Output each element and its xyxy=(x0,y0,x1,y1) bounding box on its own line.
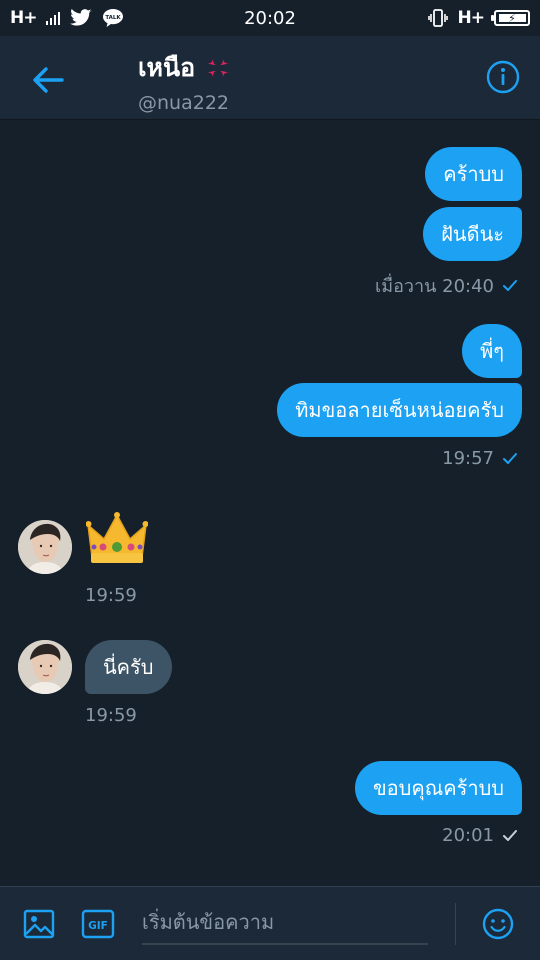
avatar-portrait-icon xyxy=(18,640,72,694)
timestamp-text: 19:59 xyxy=(85,705,137,726)
message-timestamp: 19:59 xyxy=(85,705,137,726)
emoji-picker-icon[interactable] xyxy=(481,907,515,941)
sent-check-icon xyxy=(503,452,517,464)
message-bubble-outgoing[interactable]: พี่ๆ xyxy=(462,324,522,378)
message-text: ฝันดีนะ xyxy=(441,222,504,246)
svg-text:TALK: TALK xyxy=(106,15,122,21)
message-bubble-incoming[interactable]: นี่ครับ xyxy=(85,640,172,694)
gif-icon[interactable]: GIF xyxy=(81,907,115,941)
message-timestamp: เมื่อวาน 20:40 xyxy=(375,271,518,300)
sent-check-icon xyxy=(503,829,517,841)
info-icon[interactable] xyxy=(486,60,520,94)
avatar-portrait-icon xyxy=(18,520,72,574)
message-bubble-outgoing[interactable]: ฝันดีนะ xyxy=(423,207,522,261)
message-text: คร้าบบ xyxy=(443,162,504,186)
conversation-header: เหนือ @nua222 xyxy=(0,36,540,120)
compose-divider xyxy=(455,903,456,945)
status-bar-right: H+ ⚡ xyxy=(427,8,530,28)
svg-text:GIF: GIF xyxy=(88,920,108,932)
contact-handle: @nua222 xyxy=(138,92,229,114)
timestamp-text: 19:59 xyxy=(85,585,137,606)
talk-chat-icon: TALK xyxy=(103,9,124,27)
message-text: ทิมขอลายเซ็นหน่อยครับ xyxy=(295,398,504,422)
crown-icon[interactable] xyxy=(86,511,148,569)
compose-bar: GIF xyxy=(0,886,540,960)
sent-check-icon xyxy=(503,279,517,291)
timestamp-text: เมื่อวาน 20:40 xyxy=(375,276,494,297)
signal-strength-icon xyxy=(46,11,61,25)
message-bubble-outgoing[interactable]: ทิมขอลายเซ็นหน่อยครับ xyxy=(277,383,522,437)
network-type-label: H+ xyxy=(10,8,38,28)
contact-avatar[interactable] xyxy=(18,520,72,574)
contact-name: เหนือ xyxy=(138,53,196,82)
message-text: ขอบคุณคร้าบบ xyxy=(372,776,504,800)
message-list[interactable]: คร้าบบ ฝันดีนะ เมื่อวาน 20:40 พี่ๆ ทิมขอ… xyxy=(0,121,540,886)
twitter-bird-icon xyxy=(70,9,92,26)
charging-icon: ⚡ xyxy=(508,11,516,25)
timestamp-text: 19:57 xyxy=(442,448,494,469)
battery-icon: ⚡ xyxy=(491,10,530,26)
conversation-title-block[interactable]: เหนือ @nua222 xyxy=(138,48,233,114)
message-input[interactable] xyxy=(142,901,428,945)
vibrate-icon xyxy=(427,9,448,27)
image-attach-icon[interactable] xyxy=(22,907,56,941)
message-bubble-outgoing[interactable]: คร้าบบ xyxy=(425,147,522,201)
status-bar: H+ TALK 20:02 H+ ⚡ xyxy=(0,0,540,36)
data-network-label: H+ xyxy=(457,8,486,28)
back-arrow-icon[interactable] xyxy=(28,60,68,100)
message-timestamp: 20:01 xyxy=(442,825,518,846)
message-timestamp: 19:57 xyxy=(442,448,518,469)
message-text: นี่ครับ xyxy=(103,655,154,679)
timestamp-text: 20:01 xyxy=(442,825,494,846)
anger-symbol-icon xyxy=(206,59,231,77)
message-timestamp: 19:59 xyxy=(85,585,137,606)
contact-avatar[interactable] xyxy=(18,640,72,694)
message-bubble-outgoing[interactable]: ขอบคุณคร้าบบ xyxy=(354,761,522,815)
message-text: พี่ๆ xyxy=(480,339,504,363)
conversation-title: เหนือ xyxy=(138,48,233,88)
status-bar-left: H+ TALK xyxy=(10,8,124,28)
